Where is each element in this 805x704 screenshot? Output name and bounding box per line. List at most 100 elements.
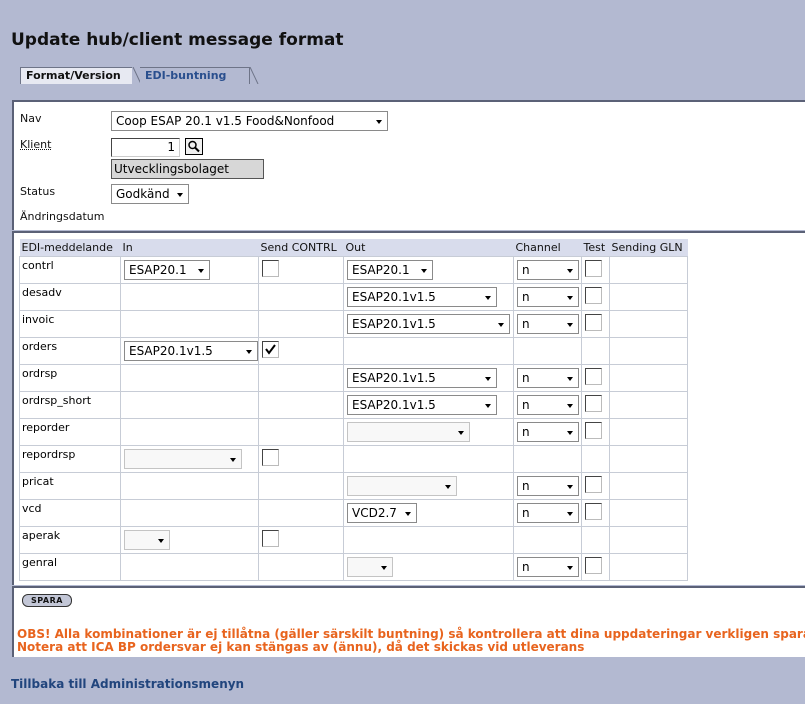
test-checkbox[interactable]: [585, 313, 602, 331]
send-contrl-cell: [258, 417, 344, 446]
client-name-field: Utvecklingsbolaget: [111, 159, 264, 179]
channel-select[interactable]: n: [517, 394, 579, 415]
out-format-select-value: ESAP20.1v1.5: [352, 316, 436, 331]
status-select[interactable]: Godkänd: [111, 184, 189, 204]
chevron-down-icon: [567, 376, 573, 381]
test-cell: [581, 552, 610, 581]
channel-cell: n: [513, 390, 582, 419]
note-text: Notera att ICA BP ordersvar ej kan stäng…: [17, 640, 585, 654]
chevron-down-icon: [230, 457, 236, 462]
test-cell: [581, 444, 610, 473]
channel-select[interactable]: n: [517, 421, 579, 442]
save-button[interactable]: SPARA: [22, 594, 72, 607]
in-cell: [120, 552, 259, 581]
edi-message-name: reporder: [19, 417, 121, 446]
test-checkbox[interactable]: [585, 556, 602, 574]
table-header-row: EDI-meddelande In Send CONTRL Out Channe…: [19, 239, 688, 256]
channel-select[interactable]: n: [517, 259, 579, 280]
sending-gln-cell: [609, 525, 688, 554]
tab-edi-buntning[interactable]: EDI-buntning: [140, 67, 250, 84]
chevron-down-icon: [376, 120, 382, 124]
out-cell: [343, 525, 514, 554]
out-format-select[interactable]: VCD2.7: [347, 502, 417, 523]
send-contrl-cell: [258, 525, 344, 554]
out-cell: VCD2.7: [343, 498, 514, 527]
status-select-value: Godkänd: [116, 187, 170, 201]
channel-select-value: n: [522, 370, 530, 385]
edi-message-name: contrl: [19, 255, 121, 284]
channel-select[interactable]: n: [517, 367, 579, 388]
send-contrl-checkbox[interactable]: [262, 259, 279, 277]
table-row: desadv ESAP20.1v1.5 n: [19, 282, 688, 311]
send-contrl-cell: [258, 444, 344, 473]
edi-message-name: orders: [19, 336, 121, 365]
out-format-select[interactable]: ESAP20.1v1.5: [347, 394, 497, 415]
in-format-select[interactable]: ESAP20.1v1.5: [124, 340, 258, 361]
chevron-down-icon: [567, 295, 573, 300]
send-contrl-cell: [258, 498, 344, 527]
test-checkbox[interactable]: [585, 259, 602, 277]
out-format-select[interactable]: ESAP20.1v1.5: [347, 313, 510, 334]
chevron-down-icon: [246, 349, 252, 354]
send-contrl-checkbox[interactable]: [262, 340, 279, 358]
channel-select[interactable]: n: [517, 286, 579, 307]
out-format-select[interactable]: ESAP20.1v1.5: [347, 367, 497, 388]
out-format-select-value: ESAP20.1v1.5: [352, 370, 436, 385]
test-checkbox[interactable]: [585, 475, 602, 493]
header-test: Test: [581, 239, 610, 256]
klient-input[interactable]: 1: [111, 138, 180, 157]
channel-cell: [513, 444, 582, 473]
in-cell: [120, 444, 259, 473]
channel-cell: n: [513, 552, 582, 581]
test-checkbox[interactable]: [585, 421, 602, 439]
chevron-down-icon: [567, 484, 573, 489]
out-format-select[interactable]: ESAP20.1: [347, 259, 433, 280]
send-contrl-checkbox[interactable]: [262, 529, 279, 547]
channel-select-value: n: [522, 424, 530, 439]
header-edi-meddelande: EDI-meddelande: [19, 239, 121, 256]
channel-cell: n: [513, 282, 582, 311]
table-row: aperak: [19, 525, 688, 554]
search-button[interactable]: [185, 138, 203, 155]
out-cell: [343, 552, 514, 581]
channel-cell: n: [513, 363, 582, 392]
test-checkbox[interactable]: [585, 394, 602, 412]
chevron-down-icon: [485, 295, 491, 300]
nav-select[interactable]: Coop ESAP 20.1 v1.5 Food&Nonfood: [111, 111, 388, 131]
out-format-select-value: ESAP20.1: [352, 262, 410, 277]
channel-cell: n: [513, 417, 582, 446]
page-title: Update hub/client message format: [11, 30, 344, 50]
test-checkbox[interactable]: [585, 286, 602, 304]
out-format-select[interactable]: ESAP20.1v1.5: [347, 286, 497, 307]
edi-message-name: ordrsp_short: [19, 390, 121, 419]
in-format-select[interactable]: [124, 448, 242, 469]
out-format-select[interactable]: [347, 556, 393, 577]
out-format-select[interactable]: [347, 475, 457, 496]
channel-select[interactable]: n: [517, 313, 579, 334]
in-format-select[interactable]: [124, 529, 170, 550]
in-format-select-value: ESAP20.1: [129, 262, 187, 277]
channel-select[interactable]: n: [517, 556, 579, 577]
test-cell: [581, 390, 610, 419]
out-format-select[interactable]: [347, 421, 470, 442]
channel-select-value: n: [522, 316, 530, 331]
channel-select-value: n: [522, 262, 530, 277]
test-checkbox[interactable]: [585, 502, 602, 520]
test-cell: [581, 255, 610, 284]
sending-gln-cell: [609, 336, 688, 365]
send-contrl-checkbox[interactable]: [262, 448, 279, 466]
sending-gln-cell: [609, 552, 688, 581]
in-format-select[interactable]: ESAP20.1: [124, 259, 210, 280]
sending-gln-cell: [609, 282, 688, 311]
in-cell: [120, 417, 259, 446]
message-format-table: EDI-meddelande In Send CONTRL Out Channe…: [19, 239, 688, 581]
channel-cell: n: [513, 471, 582, 500]
tab-format-version[interactable]: Format/Version: [20, 67, 133, 84]
test-checkbox[interactable]: [585, 367, 602, 385]
send-contrl-cell: [258, 309, 344, 338]
channel-select[interactable]: n: [517, 475, 579, 496]
channel-select[interactable]: n: [517, 502, 579, 523]
back-to-admin-link[interactable]: Tillbaka till Administrationsmenyn: [11, 677, 244, 691]
chevron-down-icon: [567, 322, 573, 327]
table-row: contrl ESAP20.1 ESAP20.1 n: [19, 255, 688, 284]
